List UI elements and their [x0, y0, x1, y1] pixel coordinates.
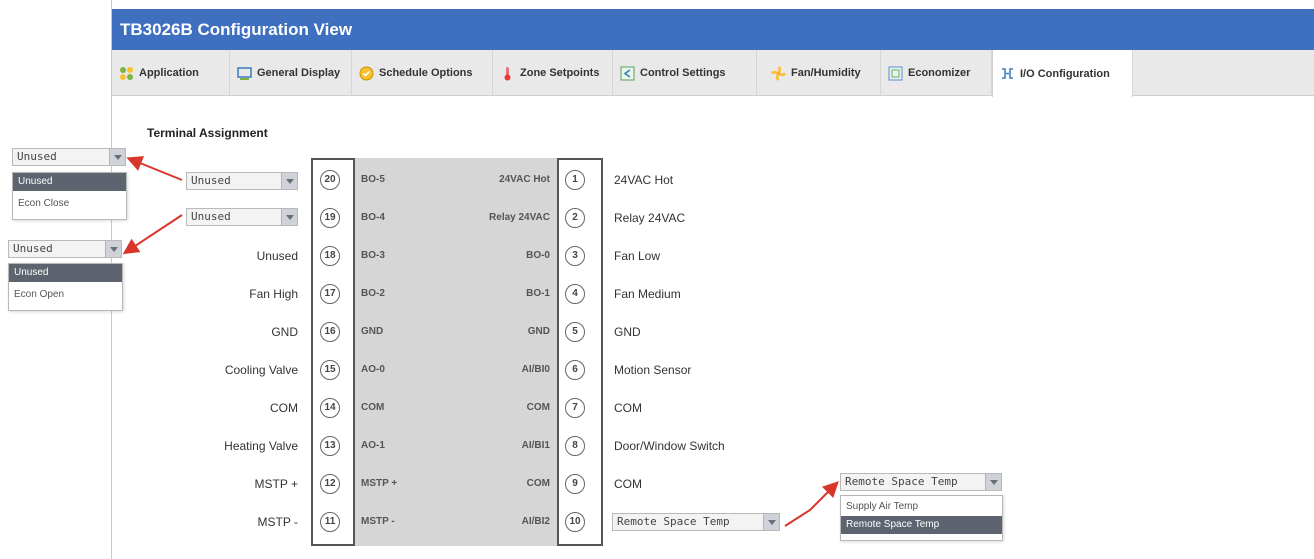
- arrow-bo5: [126, 156, 183, 181]
- arrow-ai2: [784, 481, 839, 527]
- arrow-bo4: [122, 214, 183, 255]
- callout-arrows: [122, 156, 839, 527]
